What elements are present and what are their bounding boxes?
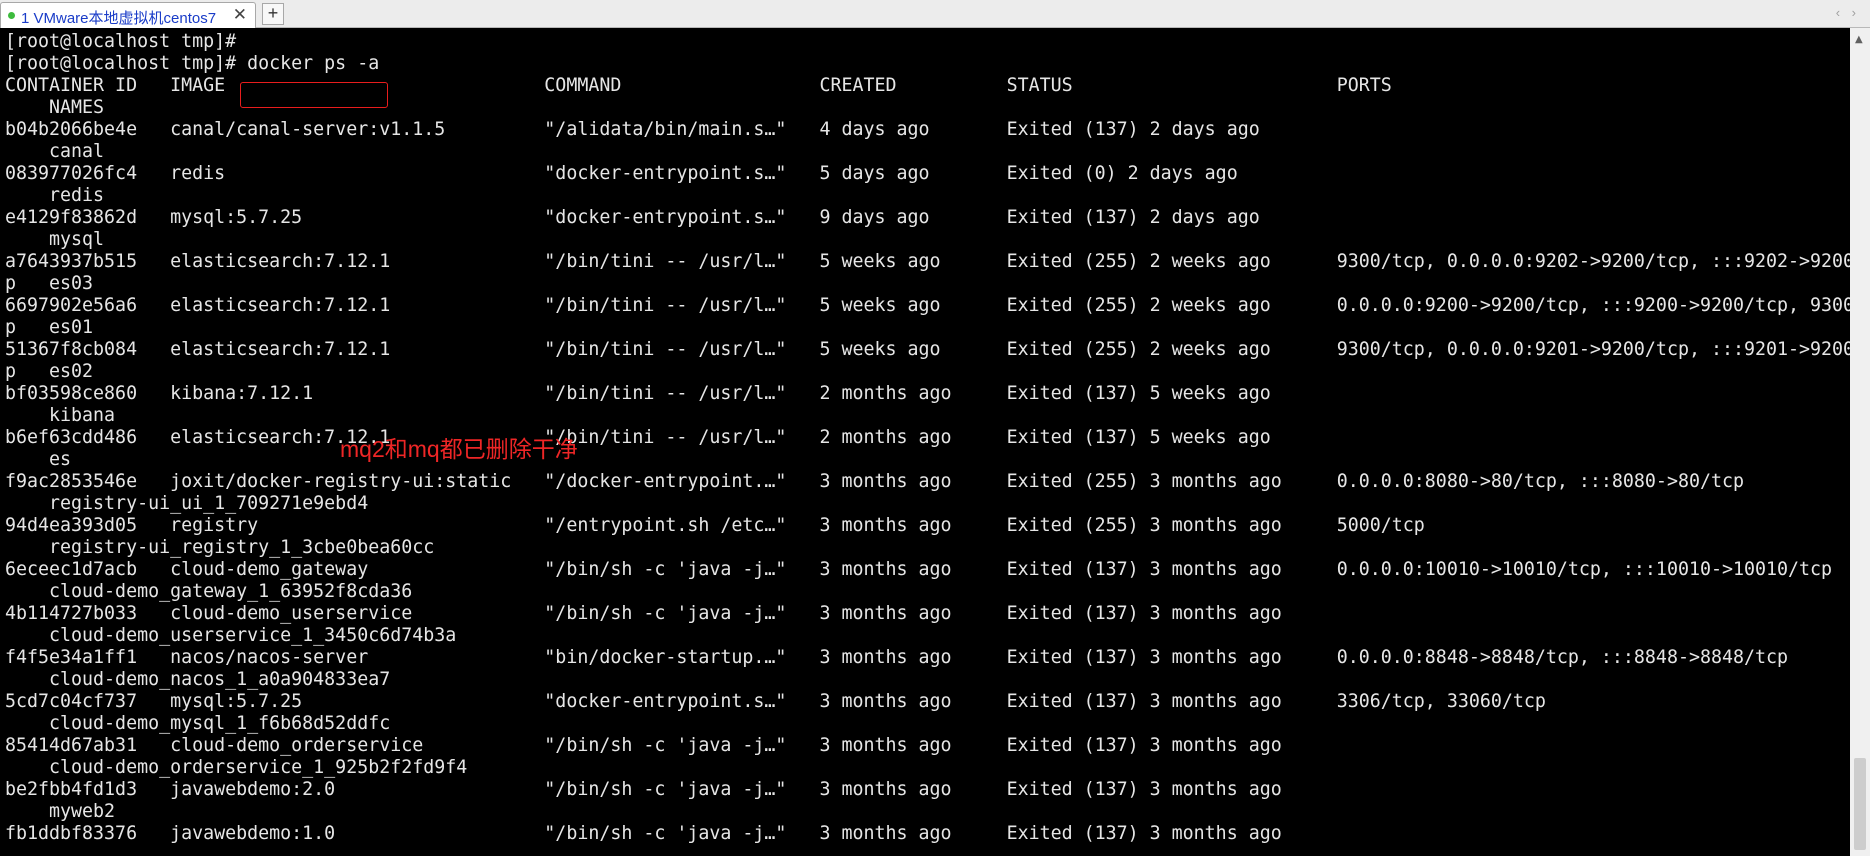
scroll-up-icon[interactable]: ▲	[1855, 34, 1863, 45]
terminal-output[interactable]: [root@localhost tmp]# [root@localhost tm…	[0, 28, 1850, 856]
connection-status-icon	[8, 12, 15, 19]
tab-scroll-left-icon[interactable]: ‹	[1836, 5, 1840, 20]
tab-bar: 1 VMware本地虚拟机centos7 ✕ + ‹ ›	[0, 0, 1870, 28]
command-highlight-box	[240, 82, 388, 108]
tab-scroll-right-icon[interactable]: ›	[1852, 5, 1856, 20]
tab-nav-arrows: ‹ ›	[1828, 5, 1856, 20]
close-icon[interactable]: ✕	[233, 5, 247, 25]
terminal-text: [root@localhost tmp]# [root@localhost tm…	[5, 31, 1850, 844]
tab-label: 1 VMware本地虚拟机centos7	[21, 10, 217, 27]
new-tab-button[interactable]: +	[262, 3, 284, 25]
tab-vmware-centos7[interactable]: 1 VMware本地虚拟机centos7 ✕	[0, 2, 256, 28]
annotation-text: mq2和mq都已删除干净	[340, 436, 578, 462]
vertical-scrollbar[interactable]: ▲	[1850, 28, 1870, 856]
scrollbar-thumb[interactable]	[1854, 758, 1866, 850]
